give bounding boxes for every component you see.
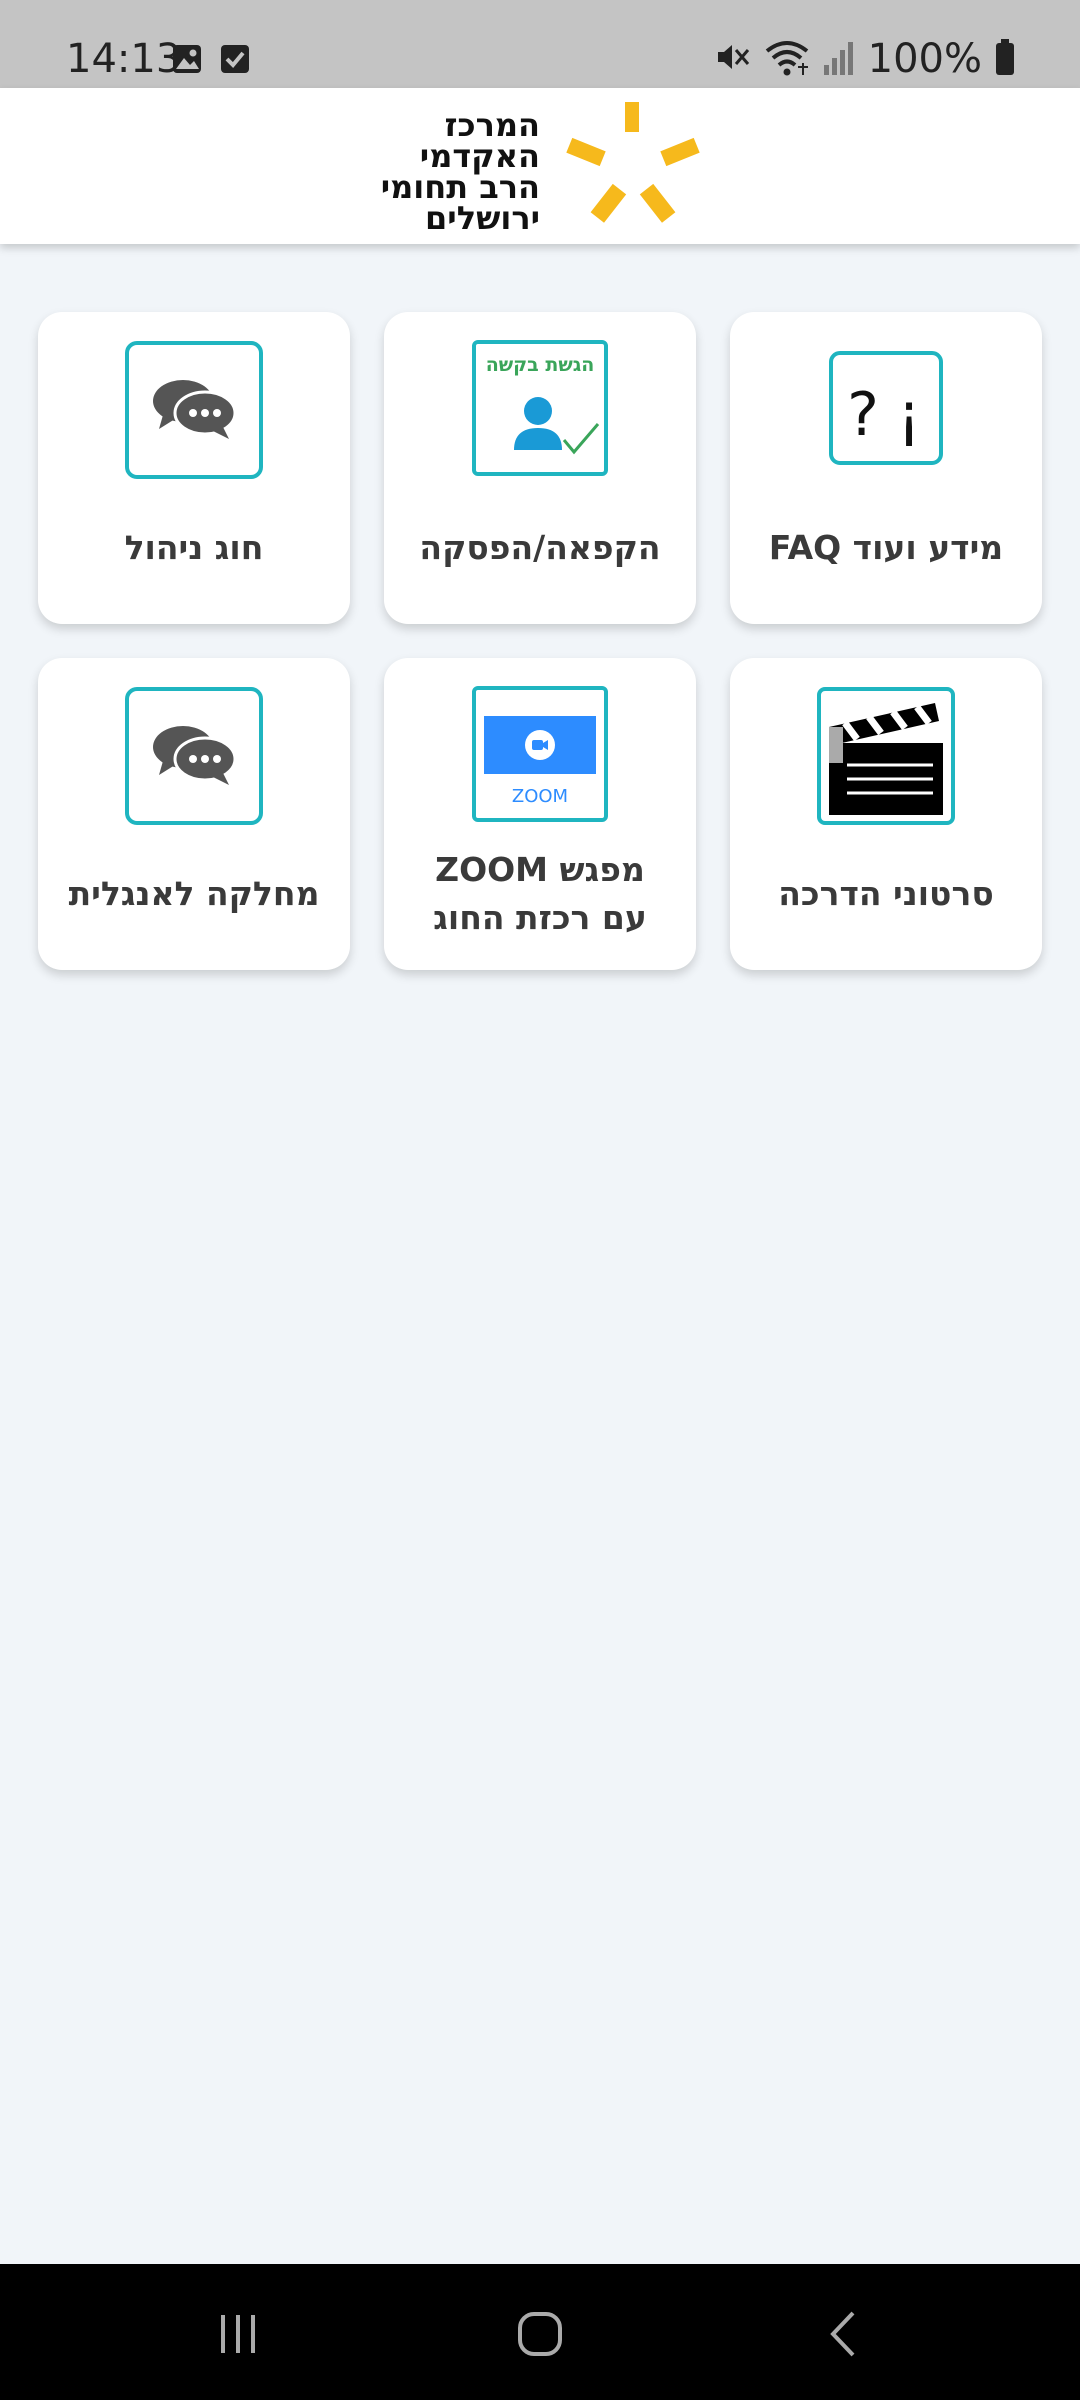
app-header: המרכז האקדמי הרב תחומי ירושלים — [0, 88, 1080, 244]
icon-caption: ZOOM — [511, 786, 569, 807]
wifi-icon — [764, 37, 810, 82]
navigation-bar — [0, 2264, 1080, 2400]
chat-bubbles-icon — [125, 341, 263, 479]
home-button[interactable] — [500, 2294, 580, 2374]
home-icon — [518, 2312, 562, 2356]
mute-icon — [712, 37, 752, 82]
tile-label: הקפאה/הפסקה — [419, 528, 661, 567]
tile-label: סרטוני הדרכה — [778, 874, 994, 913]
request-submission-icon: הגשת בקשה — [472, 340, 608, 476]
chat-bubbles-icon — [125, 687, 263, 825]
tile-management[interactable]: חוג ניהול — [38, 312, 350, 624]
person-check-icon — [514, 397, 600, 455]
sunburst-logo-icon — [566, 102, 700, 223]
back-icon — [830, 2311, 855, 2357]
svg-text:¡: ¡ — [897, 380, 921, 450]
signal-icon — [822, 37, 856, 82]
checkbox-icon — [220, 44, 250, 79]
tile-faq[interactable]: ? ¡ מידע ועוד FAQ — [730, 312, 1042, 624]
tile-english-department[interactable]: מחלקה לאנגלית — [38, 658, 350, 970]
zoom-icon: ZOOM — [472, 686, 608, 822]
video-camera-icon — [525, 730, 555, 760]
tile-freeze-stop[interactable]: הגשת בקשה הקפאה/הפסקה — [384, 312, 696, 624]
tile-tutorial-videos[interactable]: סרטוני הדרכה — [730, 658, 1042, 970]
logo[interactable]: המרכז האקדמי הרב תחומי ירושלים — [378, 100, 708, 237]
tile-label: מחלקה לאנגלית — [68, 874, 320, 913]
tile-zoom-meeting[interactable]: ZOOM מפגש ZOOM עם רכזת החוג — [384, 658, 696, 970]
back-button[interactable] — [804, 2294, 884, 2374]
recent-apps-button[interactable] — [198, 2294, 278, 2374]
info-question-icon: ? ¡ — [829, 351, 943, 465]
status-time: 14:13 — [66, 36, 182, 82]
tile-label: מידע ועוד FAQ — [768, 528, 1004, 567]
clapperboard-icon — [817, 687, 955, 825]
battery-percent: 100% — [867, 36, 982, 82]
tile-label: חוג ניהול — [124, 528, 264, 567]
svg-text:?: ? — [847, 380, 879, 450]
logo-line: ירושלים — [425, 199, 540, 237]
status-bar: 14:13 100% — [0, 0, 1080, 88]
tile-label: מפגש ZOOM עם רכזת החוג — [433, 850, 647, 937]
image-icon — [172, 44, 202, 79]
recent-apps-icon — [221, 2315, 255, 2353]
logo-text: המרכז האקדמי הרב תחומי ירושלים — [378, 109, 540, 237]
battery-icon — [994, 37, 1016, 82]
